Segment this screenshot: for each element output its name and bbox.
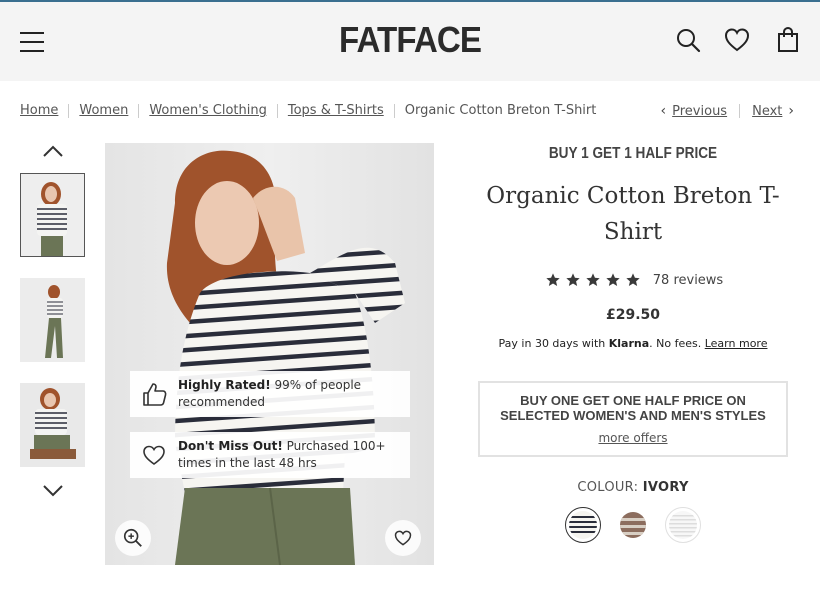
thumbs-up-icon — [143, 383, 167, 406]
thumbnail-1[interactable] — [20, 173, 85, 257]
dont-miss-out-badge: Don't Miss Out! Purchased 100+ times in … — [130, 432, 410, 478]
pager-divider — [739, 104, 741, 118]
site-header: FATFACE — [0, 0, 820, 81]
zoom-button[interactable] — [115, 520, 151, 556]
product-info: BUY 1 GET 1 HALF PRICE Organic Cotton Br… — [478, 143, 788, 543]
klarna-learn-more-link[interactable]: Learn more — [705, 337, 768, 350]
more-offers-link[interactable]: more offers — [598, 431, 667, 445]
chevron-down-icon[interactable] — [41, 482, 65, 498]
klarna-suffix: . No fees. — [649, 337, 702, 350]
heart-outline-icon — [143, 445, 165, 465]
breadcrumb-women[interactable]: Women — [79, 103, 128, 118]
breadcrumb: Home Women Women's Clothing Tops & T-Shi… — [20, 103, 596, 118]
swatch-white-stripe[interactable] — [665, 507, 701, 543]
colour-value: IVORY — [642, 480, 689, 495]
offer-text: BUY ONE GET ONE HALF PRICE ON SELECTED W… — [500, 393, 766, 423]
heart-icon — [394, 530, 412, 546]
star-icon — [626, 273, 640, 286]
swatch-ivory-stripe[interactable] — [565, 507, 601, 543]
klarna-message: Pay in 30 days with Klarna. No fees. Lea… — [478, 337, 788, 350]
thumbnail-2[interactable] — [20, 278, 85, 362]
review-count[interactable]: 78 reviews — [653, 273, 723, 288]
colour-swatches — [478, 507, 788, 543]
breadcrumb-divider — [138, 103, 140, 118]
thumbnail-3[interactable] — [20, 383, 85, 467]
colour-label: COLOUR: IVORY — [478, 480, 788, 495]
bag-icon[interactable] — [774, 26, 802, 54]
highly-rated-badge: Highly Rated! 99% of people recommended — [130, 371, 410, 417]
promo-heading: BUY 1 GET 1 HALF PRICE — [548, 145, 718, 162]
highly-rated-title: Highly Rated! — [178, 378, 271, 392]
breadcrumb-current: Organic Cotton Breton T-Shirt — [404, 103, 597, 118]
next-link[interactable]: Next — [752, 104, 782, 119]
star-icon — [586, 273, 600, 286]
breadcrumb-divider — [276, 103, 278, 118]
main-product-image[interactable]: Highly Rated! 99% of people recommended … — [105, 143, 434, 565]
star-icon — [546, 273, 560, 286]
klarna-prefix: Pay in 30 days with — [498, 337, 606, 350]
breadcrumb-divider — [68, 103, 70, 118]
klarna-logo: Klarna — [608, 337, 650, 350]
breadcrumb-tops[interactable]: Tops & T-Shirts — [288, 103, 384, 118]
previous-link[interactable]: Previous — [672, 104, 727, 119]
product-pager: ‹ Previous Next › — [655, 103, 800, 119]
chevron-left-icon: ‹ — [660, 103, 667, 119]
colour-label-text: COLOUR: — [577, 480, 639, 495]
rating-row[interactable]: 78 reviews — [478, 272, 788, 288]
breadcrumb-divider — [393, 103, 395, 118]
dont-miss-out-title: Don't Miss Out! — [178, 439, 283, 453]
model-photo — [105, 143, 434, 565]
zoom-in-icon — [123, 528, 142, 547]
search-icon[interactable] — [674, 26, 702, 54]
star-icon — [606, 273, 620, 286]
heart-icon[interactable] — [723, 26, 751, 54]
product-price: £29.50 — [605, 307, 661, 323]
offer-box: BUY ONE GET ONE HALF PRICE ON SELECTED W… — [478, 381, 788, 457]
product-title: Organic Cotton Breton T-Shirt — [486, 183, 780, 245]
star-icon — [566, 273, 580, 286]
add-to-wishlist-button[interactable] — [385, 520, 421, 556]
breadcrumb-womens-clothing[interactable]: Women's Clothing — [149, 103, 267, 118]
breadcrumb-home[interactable]: Home — [20, 103, 58, 118]
chevron-up-icon[interactable] — [41, 143, 65, 159]
swatch-brown-stripe[interactable] — [615, 507, 651, 543]
chevron-right-icon: › — [788, 103, 794, 119]
thumbnail-strip — [20, 143, 86, 498]
star-rating — [543, 272, 643, 288]
